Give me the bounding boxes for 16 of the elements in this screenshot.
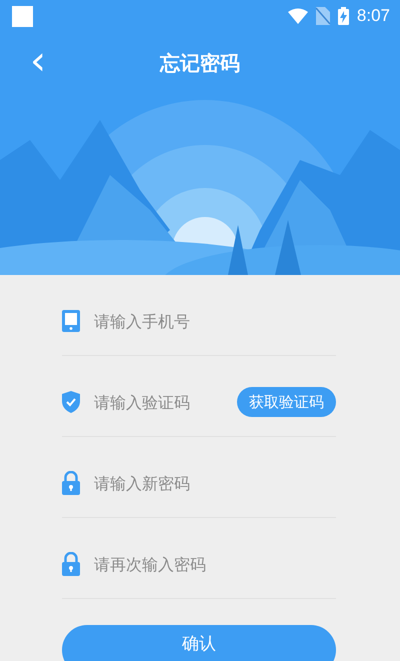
input-field[interactable]: 请输入新密码	[94, 470, 336, 496]
lock-icon	[62, 471, 80, 495]
notification-icon	[12, 6, 33, 26]
wifi-icon	[288, 8, 308, 24]
input-field[interactable]: 请输入验证码	[94, 388, 223, 416]
shield-check-icon	[62, 391, 80, 413]
get-code-button[interactable]: 获取验证码	[237, 387, 336, 417]
clock-time: 8:07	[356, 6, 390, 26]
battery-icon	[338, 7, 349, 25]
input-field[interactable]: 请输入手机号	[94, 308, 336, 334]
back-button[interactable]: ‹	[26, 44, 50, 78]
page-title: 忘记密码	[160, 50, 240, 76]
phone-icon	[62, 310, 80, 332]
lock-icon	[62, 552, 80, 576]
confirm-button[interactable]: 确认	[62, 625, 336, 661]
input-field[interactable]: 请再次输入密码	[94, 550, 336, 578]
